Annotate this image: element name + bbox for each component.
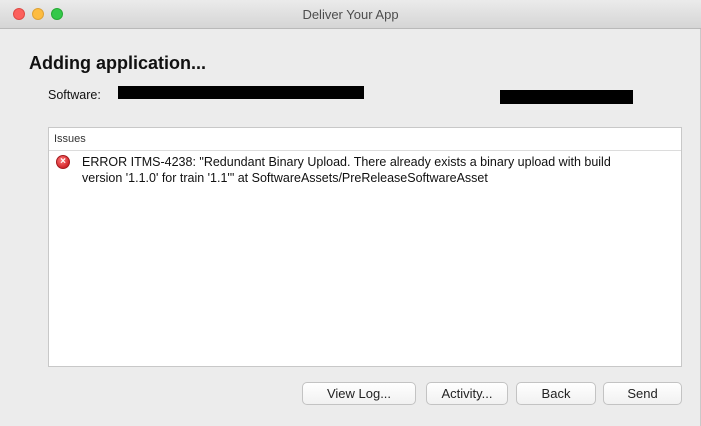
issue-message-line-1: ERROR ITMS-4238: "Redundant Binary Uploa… bbox=[82, 155, 611, 169]
window-title: Deliver Your App bbox=[302, 7, 399, 22]
redaction-bar bbox=[500, 90, 633, 104]
send-button[interactable]: Send bbox=[603, 382, 682, 405]
back-button[interactable]: Back bbox=[516, 382, 596, 405]
issue-row[interactable]: × ERROR ITMS-4238: "Redundant Binary Upl… bbox=[49, 151, 681, 186]
activity-button[interactable]: Activity... bbox=[426, 382, 508, 405]
title-bar: Deliver Your App bbox=[0, 0, 701, 29]
issues-column-header: Issues bbox=[49, 128, 681, 151]
issue-message-line-2: version '1.1.0' for train '1.1'" at Soft… bbox=[82, 171, 488, 185]
redaction-bar bbox=[118, 86, 364, 99]
software-row: Software: .../.../Build/... 2016-09-21 1… bbox=[48, 88, 322, 102]
error-icon: × bbox=[56, 155, 70, 169]
view-log-button[interactable]: View Log... bbox=[302, 382, 416, 405]
page-heading: Adding application... bbox=[29, 53, 206, 73]
issues-list[interactable]: Issues × ERROR ITMS-4238: "Redundant Bin… bbox=[48, 127, 682, 367]
software-label: Software: bbox=[48, 88, 101, 102]
deliver-app-window: Deliver Your App Adding application... S… bbox=[0, 0, 701, 426]
